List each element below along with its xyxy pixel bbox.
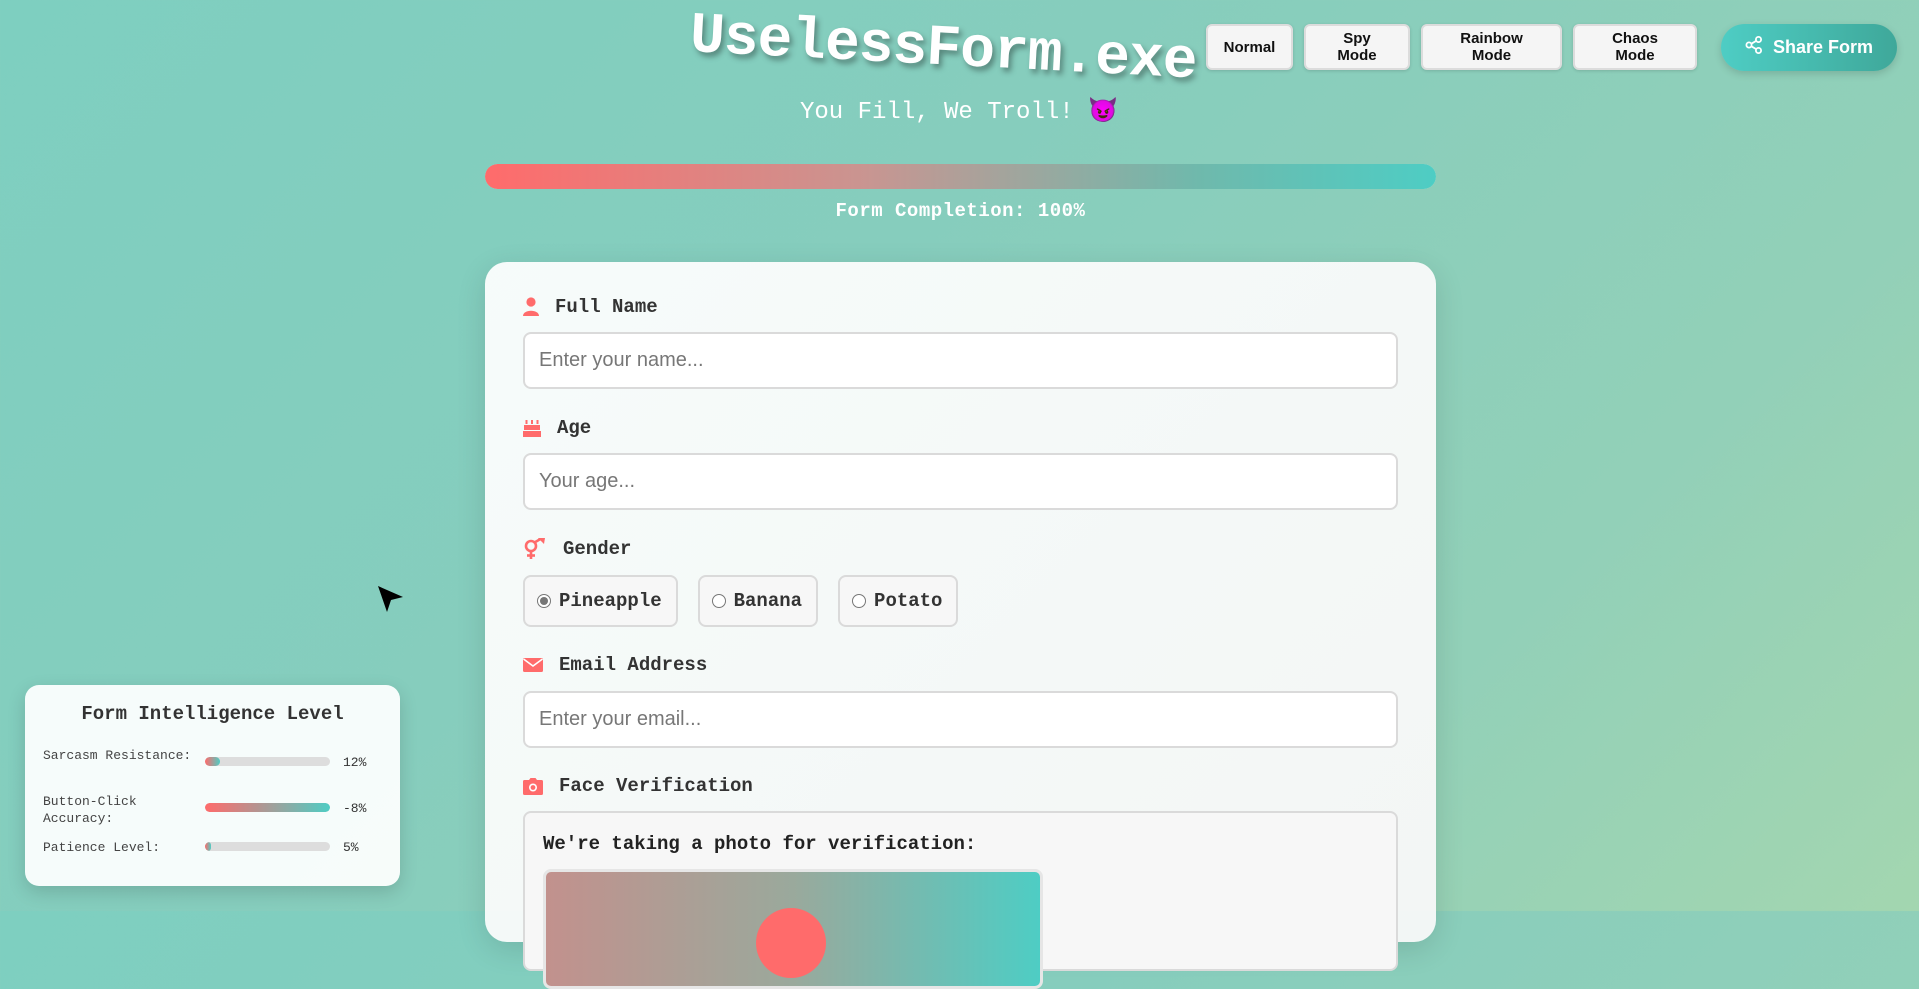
chaos-mode-button[interactable]: Chaos Mode [1573,24,1697,70]
share-form-label: Share Form [1772,37,1874,57]
face-placeholder [756,908,826,978]
face-verification-text: We're taking a photo for verification: [543,833,977,855]
gender-radio-group: Pineapple Banana Potato [523,575,959,627]
gender-label: Gender [523,538,631,560]
rainbow-mode-button[interactable]: Rainbow Mode [1421,24,1562,70]
form-card: Full Name Age Gender [485,262,1436,989]
metric-bar [205,842,330,851]
metric-value: 12% [343,755,367,770]
face-verification-box: We're taking a photo for verification: [523,811,1398,989]
intelligence-title: Form Intelligence Level [81,703,344,725]
gender-icon [523,538,547,560]
radio-button[interactable] [537,594,551,608]
app-title: UselessForm.exe [688,4,1199,96]
metric-bar [205,803,330,812]
full-name-label: Full Name [523,296,658,318]
form-completion-label: Form Completion: 100% [835,200,1086,222]
mouse-cursor-icon [377,585,405,618]
age-label: Age [523,417,591,439]
metric-name: Patience Level: [43,840,161,855]
normal-mode-button[interactable]: Normal [1206,24,1293,70]
share-form-button[interactable]: Share Form [1721,24,1897,71]
metric-value: -8% [343,801,367,816]
face-verification-label: Face Verification [523,775,753,797]
spy-mode-button[interactable]: Spy Mode [1304,24,1410,70]
app-subtitle: You Fill, We Troll! 😈 [800,99,1118,126]
birthday-cake-icon [523,418,541,438]
full-name-input[interactable] [523,332,1398,389]
camera-icon [523,777,543,795]
form-completion-progress-bar [485,164,1436,189]
metric-bar [205,757,330,766]
age-input[interactable] [523,453,1398,510]
metric-fill [205,803,330,812]
radio-button[interactable] [852,594,867,608]
progress-fill [485,164,1436,189]
radio-button[interactable] [711,594,726,608]
email-input[interactable] [523,691,1398,748]
envelope-icon [523,657,543,673]
share-icon [1745,36,1763,59]
metric-name: Sarcasm Resistance: [43,748,192,763]
metric-fill [205,842,212,851]
gender-option-pineapple[interactable]: Pineapple [523,575,678,627]
email-label: Email Address [523,654,707,676]
metric-name: Button-Click Accuracy: [43,794,137,826]
user-icon [523,297,539,317]
metric-fill [205,757,220,766]
metric-value: 5% [343,840,359,855]
gender-option-banana[interactable]: Banana [697,575,819,627]
form-intelligence-panel: Form Intelligence Level Sarcasm Resistan… [25,685,400,886]
camera-preview [543,869,1043,989]
gender-option-potato[interactable]: Potato [838,575,959,627]
